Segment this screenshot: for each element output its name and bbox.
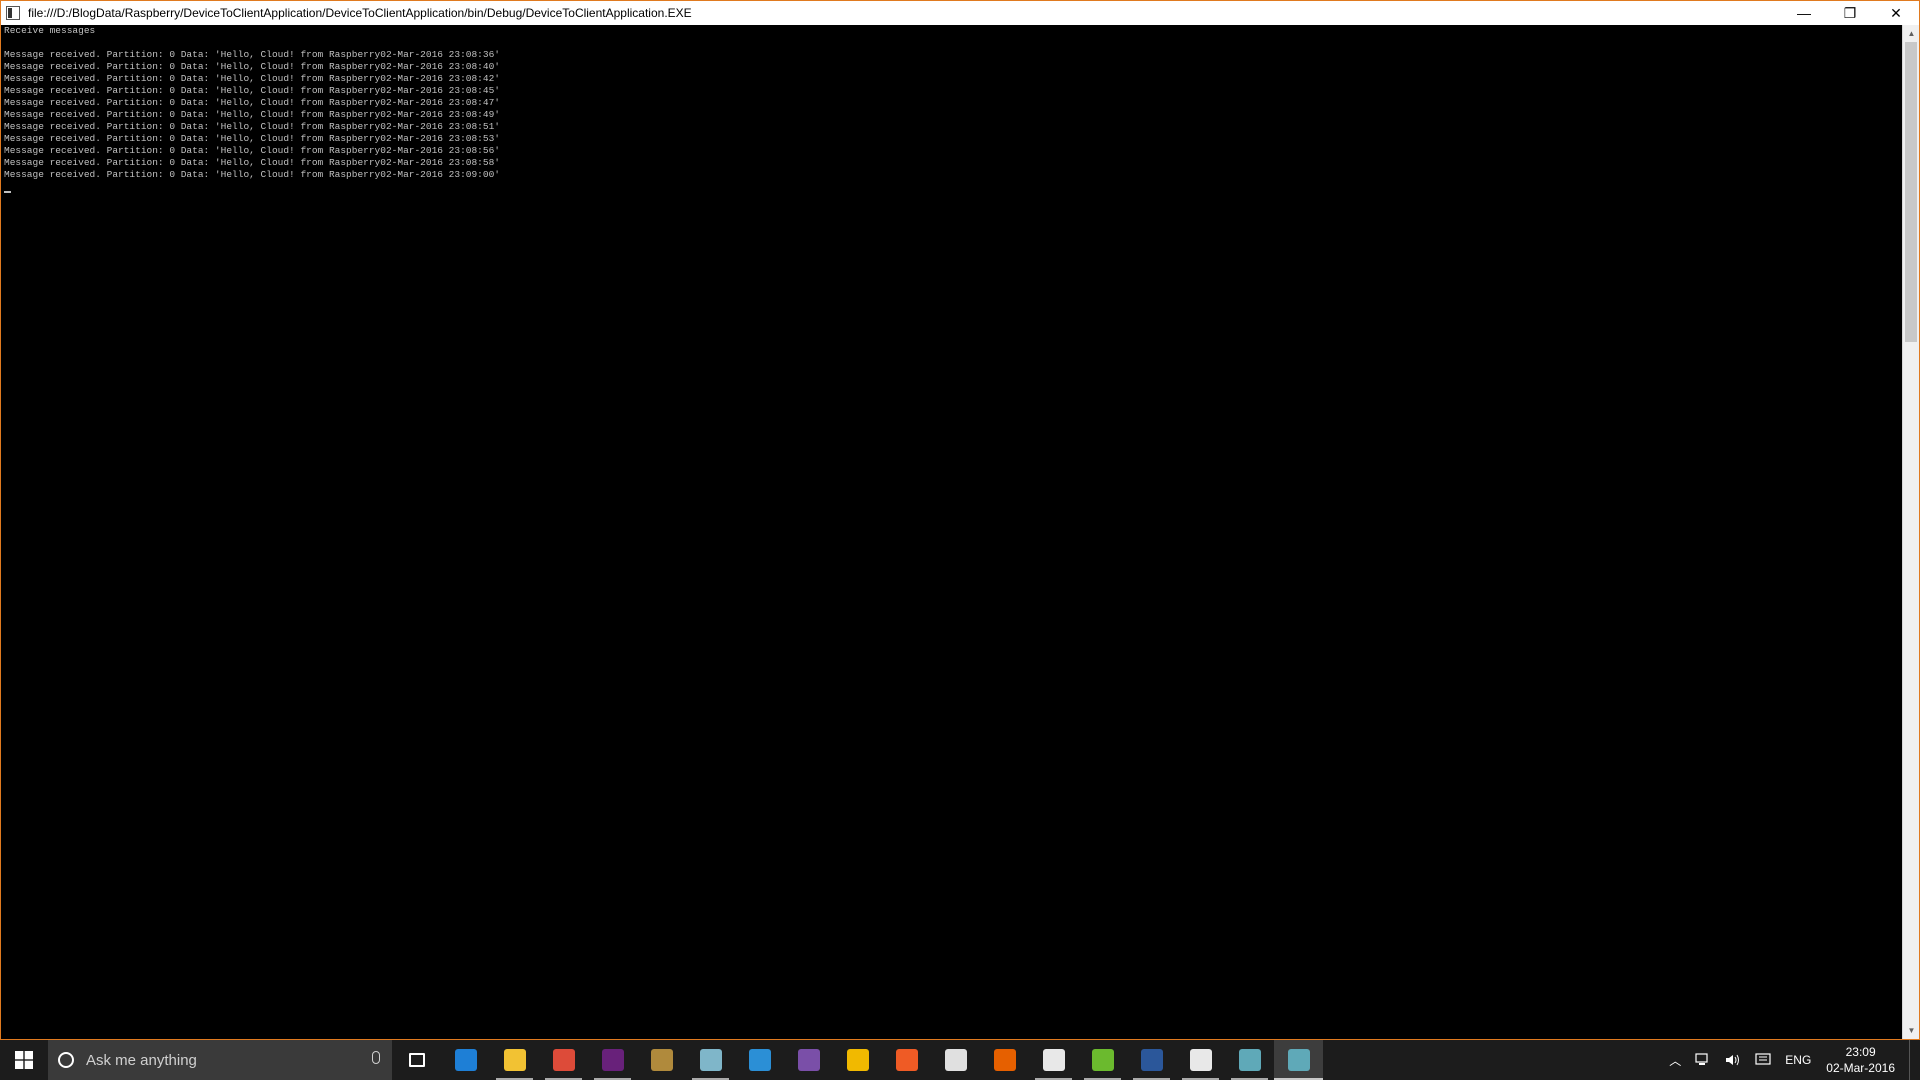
clock[interactable]: 23:09 02-Mar-2016: [1826, 1044, 1895, 1076]
console-line: Message received. Partition: 0 Data: 'He…: [4, 133, 500, 144]
title-bar[interactable]: file:///D:/BlogData/Raspberry/DeviceToCl…: [1, 1, 1919, 25]
scroll-thumb[interactable]: [1905, 42, 1917, 342]
firefox-icon: [993, 1049, 1016, 1071]
taskbar-app-button[interactable]: [588, 1040, 637, 1080]
text-cursor: [4, 191, 11, 193]
scroll-up-arrow-icon[interactable]: ▲: [1903, 25, 1920, 42]
task-view-icon: [408, 1053, 425, 1067]
console-icon: [1238, 1049, 1261, 1071]
postman-icon: [895, 1049, 918, 1071]
language-indicator[interactable]: ENG: [1785, 1053, 1811, 1067]
start-button[interactable]: [0, 1040, 48, 1080]
windows-logo-icon: [15, 1051, 33, 1069]
console-window[interactable]: file:///D:/BlogData/Raspberry/DeviceToCl…: [0, 0, 1920, 1040]
edge-icon: [454, 1049, 477, 1071]
console-line: Message received. Partition: 0 Data: 'He…: [4, 145, 500, 156]
scroll-down-arrow-icon[interactable]: ▼: [1903, 1022, 1920, 1039]
taskbar-app-button[interactable]: [637, 1040, 686, 1080]
taskbar-app-button[interactable]: [490, 1040, 539, 1080]
tools-icon: [650, 1049, 673, 1071]
search-placeholder: Ask me anything: [86, 1051, 197, 1069]
microphone-icon[interactable]: [372, 1051, 380, 1064]
console-line: Message received. Partition: 0 Data: 'He…: [4, 169, 500, 180]
restore-button[interactable]: ❐: [1827, 1, 1873, 25]
taskbar-app-button[interactable]: [539, 1040, 588, 1080]
taskbar-app-button[interactable]: [1127, 1040, 1176, 1080]
console-line: Message received. Partition: 0 Data: 'He…: [4, 49, 500, 60]
taskbar-apps: [392, 1040, 1323, 1080]
console-app-icon[interactable]: [6, 6, 20, 20]
minimize-button[interactable]: —: [1781, 1, 1827, 25]
window-title: file:///D:/BlogData/Raspberry/DeviceToCl…: [28, 6, 692, 20]
taskbar-app-button[interactable]: [882, 1040, 931, 1080]
clock-time: 23:09: [1845, 1045, 1876, 1059]
show-desktop-button[interactable]: [1909, 1040, 1920, 1080]
console-line: Message received. Partition: 0 Data: 'He…: [4, 85, 500, 96]
console-line: Message received. Partition: 0 Data: 'He…: [4, 109, 500, 120]
console-active-icon: [1287, 1049, 1310, 1071]
volume-icon[interactable]: [1725, 1053, 1741, 1067]
app-yellow-icon: [846, 1049, 869, 1071]
tor-icon: [797, 1049, 820, 1071]
word-icon: [1140, 1049, 1163, 1071]
taskbar-app-button[interactable]: [441, 1040, 490, 1080]
taskbar-app-button[interactable]: [1225, 1040, 1274, 1080]
clock-date: 02-Mar-2016: [1826, 1061, 1895, 1075]
vscode-icon: [748, 1049, 771, 1071]
taskbar-app-button[interactable]: [1078, 1040, 1127, 1080]
taskbar: Ask me anything ︿ ENG 23:09 02-Mar-2016: [0, 1040, 1920, 1080]
console-line: Message received. Partition: 0 Data: 'He…: [4, 61, 500, 72]
console-line: Message received. Partition: 0 Data: 'He…: [4, 121, 500, 132]
taskbar-app-button[interactable]: [735, 1040, 784, 1080]
calculator-icon: [1042, 1049, 1065, 1071]
action-center-icon[interactable]: [1755, 1053, 1771, 1067]
taskbar-app-button[interactable]: [1176, 1040, 1225, 1080]
console-line: Message received. Partition: 0 Data: 'He…: [4, 97, 500, 108]
close-button[interactable]: ✕: [1873, 1, 1919, 25]
console-output[interactable]: Receive messages Message received. Parti…: [3, 25, 1901, 1037]
sticky-notes-icon: [699, 1049, 722, 1071]
taskbar-app-button[interactable]: [980, 1040, 1029, 1080]
show-hidden-icons-icon[interactable]: ︿: [1669, 1052, 1681, 1069]
system-tray: ︿ ENG 23:09 02-Mar-2016: [1662, 1040, 1920, 1080]
taskbar-app-button[interactable]: [833, 1040, 882, 1080]
taskbar-app-button[interactable]: [784, 1040, 833, 1080]
visual-studio-icon: [601, 1049, 624, 1071]
taskbar-app-button[interactable]: [931, 1040, 980, 1080]
taskbar-app-button[interactable]: [1274, 1040, 1323, 1080]
cortana-icon: [58, 1052, 74, 1068]
taskbar-app-button[interactable]: [392, 1040, 441, 1080]
console-line: Message received. Partition: 0 Data: 'He…: [4, 157, 500, 168]
vertical-scrollbar[interactable]: ▲ ▼: [1902, 25, 1919, 1039]
cortana-search-box[interactable]: Ask me anything: [48, 1040, 392, 1080]
taskbar-app-button[interactable]: [1029, 1040, 1078, 1080]
chrome-icon: [552, 1049, 575, 1071]
console-line: Message received. Partition: 0 Data: 'He…: [4, 73, 500, 84]
console-header: Receive messages: [4, 25, 96, 36]
app-keyboard-icon: [944, 1049, 967, 1071]
utorrent-icon: [1091, 1049, 1114, 1071]
window-controls: — ❐ ✕: [1781, 1, 1919, 25]
photos-icon: [1189, 1049, 1212, 1071]
network-icon[interactable]: [1695, 1053, 1711, 1067]
taskbar-app-button[interactable]: [686, 1040, 735, 1080]
file-explorer-icon: [503, 1049, 526, 1071]
